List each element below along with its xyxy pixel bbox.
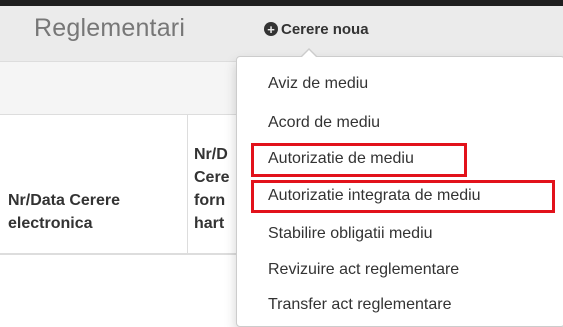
menu-item-acord-de-mediu[interactable]: Acord de mediu [268,111,380,135]
column-header-line: hart [194,215,225,232]
column-header-line: electronica [8,215,93,232]
column-header-line: Nr/D [194,146,228,163]
menu-item-revizuire-act-reglementare[interactable]: Revizuire act reglementare [268,258,459,282]
navbar: Reglementari + Cerere noua [0,0,563,62]
column-header-request[interactable]: Nr/Data Cerere electronica [8,189,120,235]
menu-item-transfer-act-reglementare[interactable]: Transfer act reglementare [268,293,451,317]
top-strip [0,0,563,6]
plus-circle-icon: + [264,22,278,36]
column-divider [187,115,188,253]
column-header-line: Nr/Data Cerere [8,192,121,209]
new-request-button[interactable]: + Cerere noua [264,18,369,40]
highlight-box-autorizatie-integrata [251,180,555,213]
column-header-line: forn [194,192,226,209]
column-header-line: Cere [194,169,230,186]
new-request-label: Cerere noua [281,20,369,38]
column-header-paper-request[interactable]: Nr/D Cere forn hart [194,143,230,235]
menu-item-aviz-de-mediu[interactable]: Aviz de mediu [268,72,368,96]
highlight-box-autorizatie-de-mediu [251,143,467,177]
page-title: Reglementari [34,14,186,42]
menu-item-stabilire-obligatii-mediu[interactable]: Stabilire obligatii mediu [268,222,433,246]
dropdown-caret [302,50,316,57]
